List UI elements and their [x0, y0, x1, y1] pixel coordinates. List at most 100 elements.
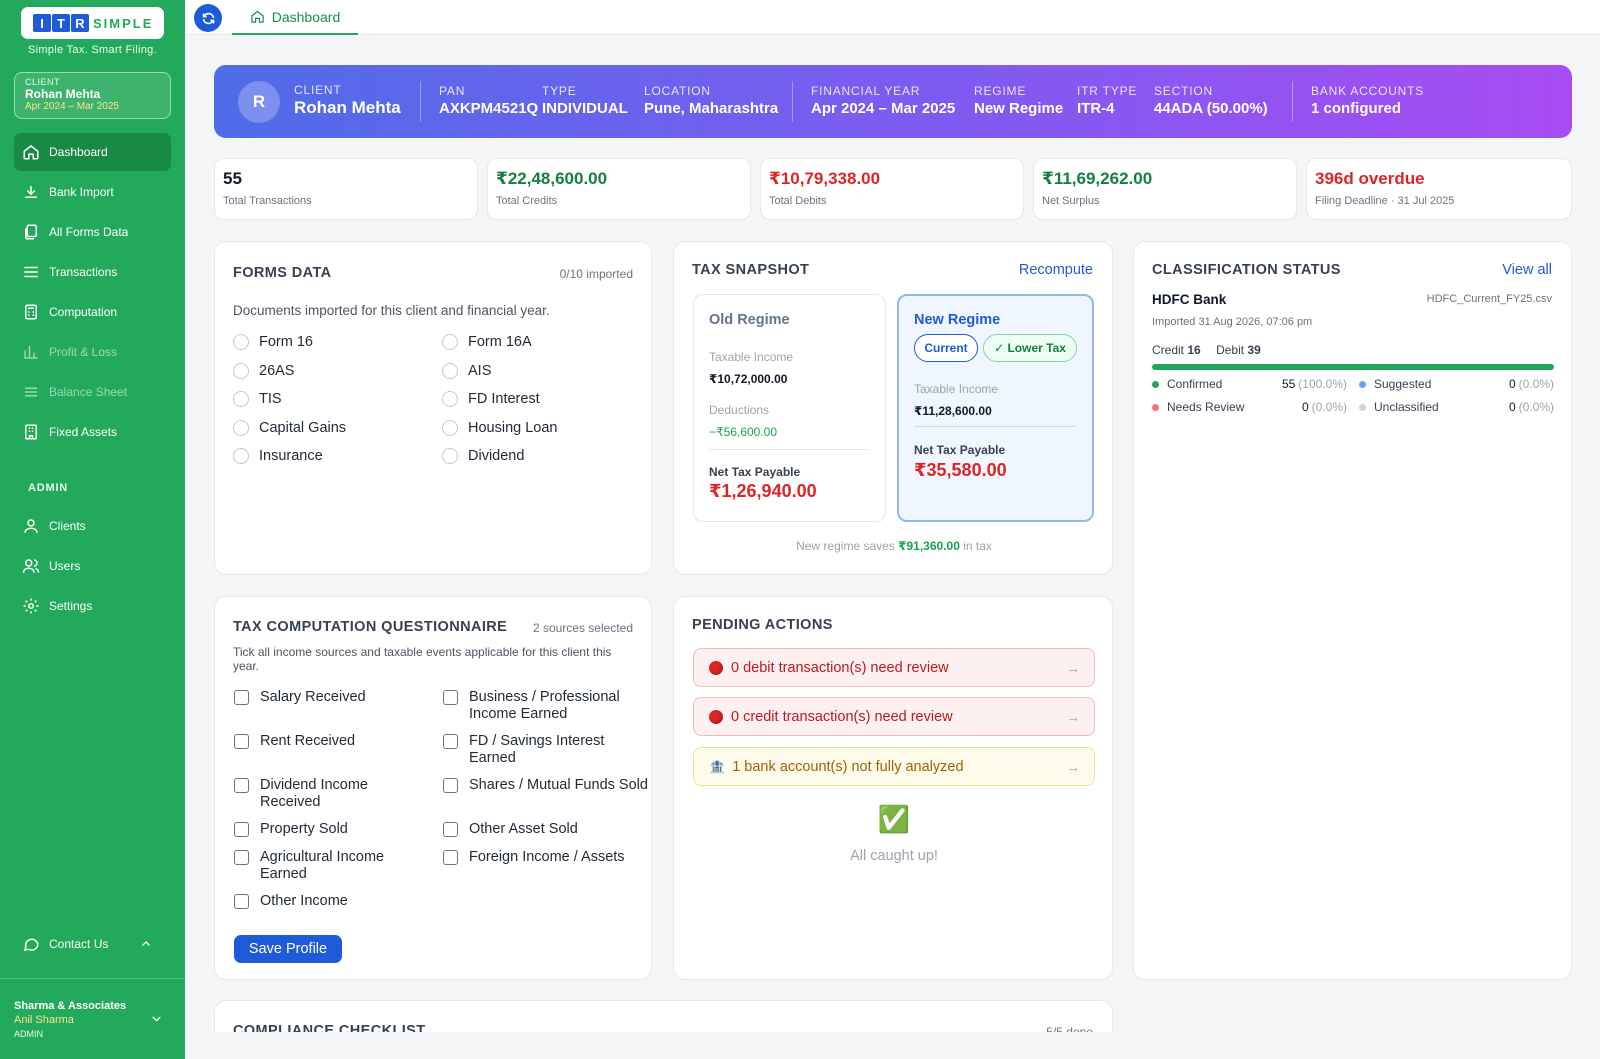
checkbox[interactable]	[443, 690, 458, 705]
checkbox[interactable]	[234, 822, 249, 837]
pending-bank-analysis[interactable]: 🏦 1 bank account(s) not fully analyzed →	[693, 747, 1095, 786]
checkbox[interactable]	[234, 894, 249, 909]
legend-label: Suggested	[1374, 377, 1432, 391]
checkbox[interactable]	[234, 850, 249, 865]
form-option[interactable]: AIS	[442, 362, 492, 379]
hero-pan-label: PAN	[439, 84, 466, 98]
checkbox[interactable]	[443, 822, 458, 837]
form-option[interactable]: FD Interest	[442, 391, 540, 407]
questionnaire-option[interactable]: FD / Savings Interest Earned	[443, 733, 648, 767]
stat-label: Filing Deadline · 31 Jul 2025	[1315, 195, 1455, 207]
recompute-link[interactable]: Recompute	[1019, 262, 1093, 278]
form-option[interactable]: Dividend	[442, 448, 524, 464]
form-option[interactable]: Housing Loan	[442, 419, 558, 436]
savings-prefix: New regime saves	[796, 539, 899, 553]
sidebar-item-users[interactable]: Users	[14, 547, 171, 585]
form-option[interactable]: Form 16A	[442, 334, 532, 350]
legend-label: Confirmed	[1167, 377, 1223, 391]
download-icon	[25, 186, 37, 198]
radio-button[interactable]	[442, 448, 458, 464]
legend-value: 0 (0.0%)	[1509, 400, 1554, 414]
view-all-link[interactable]: View all	[1502, 262, 1552, 278]
checkbox[interactable]	[443, 778, 458, 793]
radio-button[interactable]	[442, 334, 458, 350]
save-profile-button[interactable]: Save Profile	[234, 935, 342, 963]
check-mark-icon: ✅	[877, 804, 911, 834]
account-switcher[interactable]: Sharma & Associates Anil Sharma ADMIN	[14, 999, 126, 1041]
hero-client-label: CLIENT	[294, 83, 342, 97]
sidebar-item-computation[interactable]: Computation	[14, 293, 171, 331]
legend-dot	[1152, 380, 1159, 388]
checkbox[interactable]	[443, 850, 458, 865]
questionnaire-option[interactable]: Dividend Income Received	[234, 777, 424, 811]
stat-value: 396d overdue	[1315, 169, 1425, 188]
legend-percent: (0.0%)	[1518, 377, 1554, 391]
radio-button[interactable]	[233, 362, 249, 379]
questionnaire-option[interactable]: Foreign Income / Assets	[443, 849, 648, 866]
sidebar-item-clients[interactable]: Clients	[14, 507, 171, 545]
sources-selected-count: 2 sources selected	[532, 621, 633, 635]
pending-debit-review[interactable]: 0 debit transaction(s) need review →	[693, 648, 1095, 687]
radio-button[interactable]	[233, 334, 249, 350]
sidebar-item-transactions[interactable]: Transactions	[14, 253, 171, 291]
radio-button[interactable]	[442, 419, 458, 436]
questionnaire-option[interactable]: Rent Received	[234, 733, 424, 750]
checkbox[interactable]	[443, 734, 458, 749]
radio-button[interactable]	[442, 362, 458, 379]
stat-label: Total Transactions	[223, 195, 312, 207]
app-logo[interactable]: I T R SIMPLE	[21, 7, 164, 39]
clients-icon	[24, 519, 38, 533]
legend-count: 0	[1508, 400, 1516, 414]
questionnaire-option-label: Other Asset Sold	[469, 821, 578, 837]
sidebar-item-label: Clients	[49, 519, 86, 533]
radio-button[interactable]	[233, 391, 249, 407]
contact-us-button[interactable]: Contact Us	[14, 926, 171, 962]
questionnaire-option[interactable]: Other Asset Sold	[443, 821, 648, 838]
legend-item: Needs Review 0 (0.0%)	[1152, 400, 1347, 414]
form-option[interactable]: Form 16	[233, 334, 313, 350]
sidebar-item-all-forms-data[interactable]: All Forms Data	[14, 213, 171, 251]
legend-item: Confirmed 55 (100.0%)	[1152, 377, 1347, 391]
radio-button[interactable]	[233, 448, 249, 464]
selected-client-box[interactable]: CLIENT Rohan Mehta Apr 2024 – Mar 2025	[14, 72, 171, 119]
form-option[interactable]: 26AS	[233, 362, 294, 379]
form-option-label: Form 16A	[468, 334, 532, 350]
bank-file-name: HDFC_Current_FY25.csv	[1426, 293, 1552, 305]
tax-snapshot-panel: TAX SNAPSHOT Recompute Old Regime Taxabl…	[673, 241, 1113, 575]
home-icon	[251, 10, 264, 23]
questionnaire-option-label: Rent Received	[260, 733, 356, 749]
sidebar-item-balance-sheet[interactable]: Balance Sheet	[14, 373, 171, 411]
refresh-button[interactable]	[194, 4, 222, 32]
sidebar-item-settings[interactable]: Settings	[14, 587, 171, 625]
form-option[interactable]: Capital Gains	[233, 419, 346, 436]
questionnaire-option[interactable]: Shares / Mutual Funds Sold	[443, 777, 648, 794]
sidebar-item-bank-import[interactable]: Bank Import	[14, 173, 171, 211]
form-option[interactable]: TIS	[233, 391, 282, 407]
stat-value: ₹10,79,338.00	[769, 169, 881, 188]
list-icon	[24, 266, 38, 278]
chevron-down-icon[interactable]	[150, 1012, 163, 1025]
pending-credit-review[interactable]: 0 credit transaction(s) need review →	[693, 697, 1095, 736]
questionnaire-option[interactable]: Other Income	[234, 893, 424, 910]
radio-button[interactable]	[233, 419, 249, 436]
sidebar-item-profit-loss[interactable]: Profit & Loss	[14, 333, 171, 371]
tab-label: Dashboard	[271, 8, 341, 25]
stat-card-transactions: 55 Total Transactions	[214, 158, 478, 220]
form-option-label: AIS	[468, 362, 492, 379]
classification-title: CLASSIFICATION STATUS	[1152, 262, 1341, 278]
questionnaire-option[interactable]: Salary Received	[234, 689, 424, 706]
checkbox[interactable]	[234, 778, 249, 793]
radio-button[interactable]	[442, 391, 458, 407]
questionnaire-option[interactable]: Property Sold	[234, 821, 424, 838]
checkbox[interactable]	[234, 734, 249, 749]
sidebar-item-dashboard[interactable]: Dashboard	[14, 133, 171, 171]
hero-itr-type: ITR TYPE ITR-4	[1077, 83, 1137, 119]
credit-count: 16	[1187, 343, 1201, 357]
questionnaire-panel: TAX COMPUTATION QUESTIONNAIRE 2 sources …	[214, 596, 652, 980]
questionnaire-option[interactable]: Agricultural Income Earned	[234, 849, 424, 883]
checkbox[interactable]	[234, 690, 249, 705]
tab-dashboard[interactable]: Dashboard	[232, 0, 358, 35]
sidebar-item-fixed-assets[interactable]: Fixed Assets	[14, 413, 171, 451]
form-option[interactable]: Insurance	[233, 448, 323, 464]
questionnaire-option[interactable]: Business / Professional Income Earned	[443, 689, 648, 723]
